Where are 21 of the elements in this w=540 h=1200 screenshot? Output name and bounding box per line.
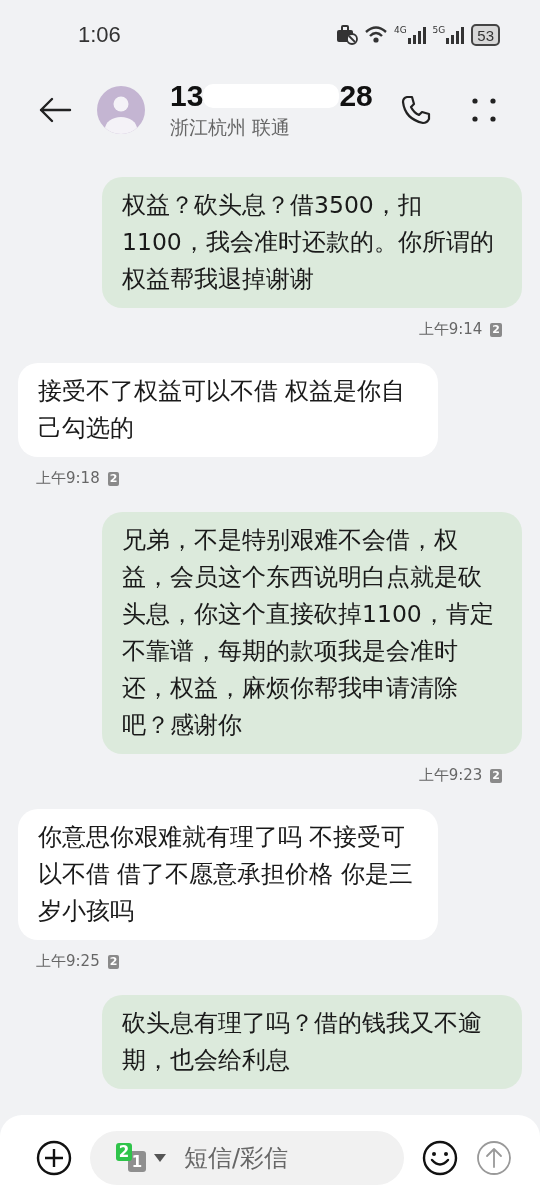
network-label: 5G	[432, 25, 446, 35]
sim-selector[interactable]: 2 1	[116, 1142, 148, 1173]
sim-badge: 2	[490, 322, 502, 337]
sim-badge: 2	[490, 768, 502, 783]
message-bubble: 权益？砍头息？借3500，扣1100，我会准时还款的。你所谓的权益帮我退掉谢谢	[102, 177, 522, 308]
message-bubble: 兄弟，不是特别艰难不会借，权益，会员这个东西说明白点就是砍头息，你这个直接砍掉1100，肯定不靠谱，每期的款项我是会准时还，权益，麻烦你帮我申请清除吧？感谢你	[102, 512, 522, 754]
sim-badge: 2	[107, 471, 120, 486]
status-time: 1:06	[78, 22, 121, 48]
battery-indicator: 53	[471, 24, 500, 46]
sim-badge: 2	[107, 954, 120, 969]
message-time: 上午9:14	[418, 320, 483, 339]
message-bubble: 接受不了权益可以不借 权益是你自己勾选的	[18, 363, 438, 457]
network-label: 4G	[393, 25, 407, 35]
contact-number: 13 28	[170, 79, 373, 113]
message-time: 上午9:23	[418, 766, 483, 785]
message-time: 上午9:25	[36, 952, 100, 971]
message-bubble: 砍头息有理了吗？借的钱我又不逾期，也会给利息	[102, 995, 522, 1089]
message-time: 上午9:18	[36, 469, 100, 488]
contact-location: 浙江杭州 联通	[170, 115, 292, 140]
message-bubble: 你意思你艰难就有理了吗 不接受可以不借 借了不愿意承担价格 你是三岁小孩吗	[18, 809, 438, 940]
message-input-field[interactable]: 2 1 短信/彩信	[90, 1130, 404, 1185]
